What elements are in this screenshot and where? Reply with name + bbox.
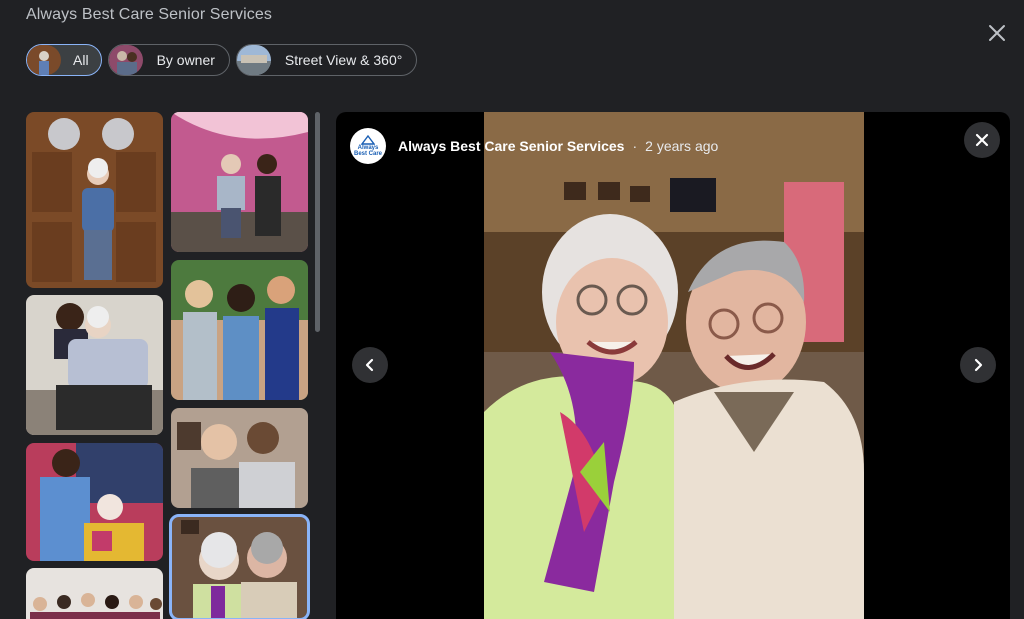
chevron-left-icon [365, 358, 374, 372]
logo-text-line-2: Best Care [353, 151, 382, 157]
photo-thumbnail[interactable] [171, 112, 308, 252]
photo-thumbnail[interactable] [171, 408, 308, 508]
filter-chip-label: By owner [156, 52, 215, 68]
viewer-close-button[interactable] [964, 122, 1000, 158]
next-photo-button[interactable] [960, 347, 996, 383]
photo-viewer: Always Best Care Always Best Care Senior… [336, 112, 1010, 619]
photo-thumbnail[interactable] [171, 260, 308, 400]
photo-thumbnail-selected[interactable] [169, 514, 310, 619]
filter-chip-all[interactable]: All [26, 44, 102, 76]
filter-chips: All By owner Street View & 360° [26, 44, 418, 76]
grid-scrollbar[interactable] [315, 112, 320, 332]
dialog-title: Always Best Care Senior Services [26, 6, 272, 23]
filter-chip-label: All [73, 52, 89, 68]
close-icon[interactable] [986, 22, 1008, 44]
chip-thumbnail [27, 45, 61, 75]
logo-mark-icon [361, 135, 375, 145]
photo-thumbnail[interactable] [26, 443, 163, 561]
separator-dot: · [632, 138, 638, 154]
filter-chip-street-view[interactable]: Street View & 360° [235, 44, 418, 76]
chip-thumbnail [108, 45, 143, 75]
filter-chip-label: Street View & 360° [284, 52, 403, 68]
chip-thumbnail [236, 45, 271, 75]
main-photo [484, 112, 864, 619]
chevron-right-icon [974, 358, 983, 372]
owner-name[interactable]: Always Best Care Senior Services [398, 138, 624, 154]
previous-photo-button[interactable] [352, 347, 388, 383]
photo-thumbnail[interactable] [26, 295, 163, 435]
photo-thumbnail[interactable] [26, 568, 163, 619]
photo-grid [26, 112, 310, 619]
filter-chip-by-owner[interactable]: By owner [107, 44, 230, 76]
photo-age: 2 years ago [645, 138, 719, 154]
photo-thumbnail[interactable] [26, 112, 163, 288]
close-icon [975, 133, 989, 147]
photo-header: Always Best Care Always Best Care Senior… [350, 128, 718, 164]
owner-logo: Always Best Care [350, 128, 386, 164]
